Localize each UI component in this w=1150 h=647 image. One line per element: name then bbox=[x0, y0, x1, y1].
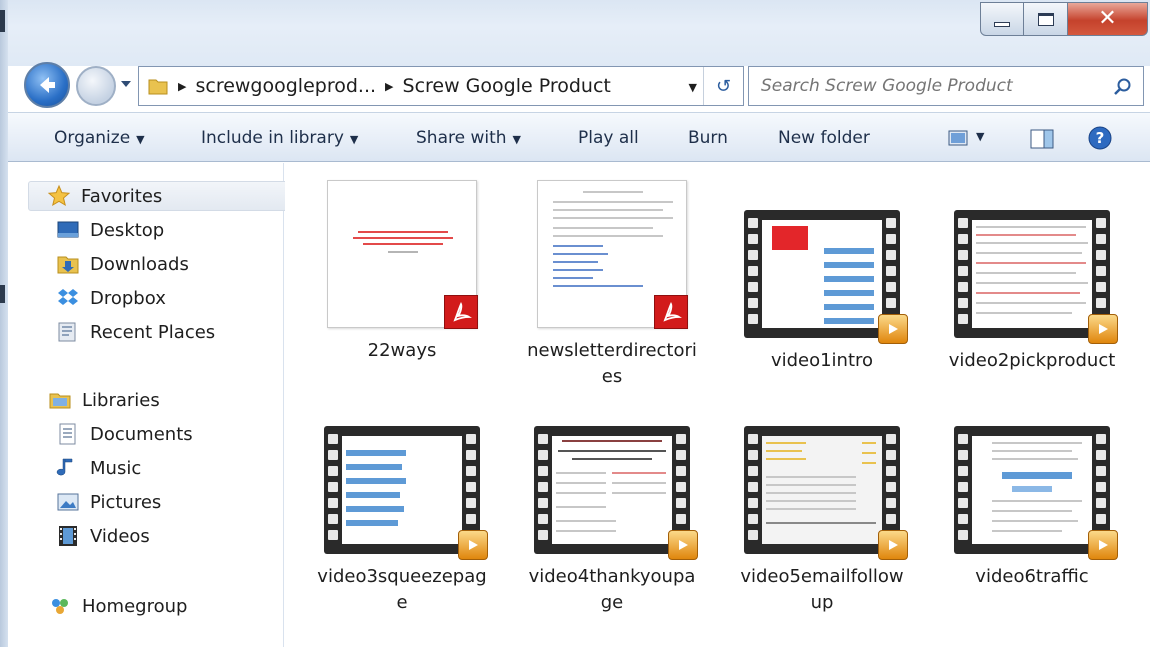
file-name: video2pickproduct bbox=[948, 350, 1116, 371]
new-folder-button[interactable]: New folder bbox=[778, 128, 870, 148]
breadcrumb-separator-icon[interactable]: ▶ bbox=[178, 80, 186, 93]
svg-text:?: ? bbox=[1096, 129, 1105, 147]
nav-favorites[interactable]: Favorites bbox=[28, 181, 288, 211]
file-list: 22ways newsletterdirectories video1intro… bbox=[285, 163, 1150, 647]
refresh-button[interactable]: ↺ bbox=[703, 67, 743, 105]
pdf-thumbnail bbox=[537, 180, 688, 329]
maximize-button[interactable] bbox=[1024, 2, 1068, 36]
file-name: video6traffic bbox=[975, 566, 1089, 587]
file-item[interactable]: video5emailfollowup bbox=[727, 426, 917, 616]
refresh-icon: ↺ bbox=[715, 75, 732, 97]
play-icon bbox=[878, 314, 908, 344]
address-bar[interactable]: ▶ screwgoogleprod... ▶ Screw Google Prod… bbox=[138, 66, 744, 106]
star-icon bbox=[47, 184, 71, 207]
file-item[interactable]: video2pickproduct bbox=[937, 210, 1127, 374]
pictures-icon bbox=[57, 493, 79, 511]
file-name: video4thankyoupage bbox=[528, 566, 696, 613]
play-icon bbox=[1088, 530, 1118, 560]
nav-dropbox[interactable]: Dropbox bbox=[56, 283, 166, 313]
window-left-edge bbox=[0, 0, 8, 647]
address-history-chevron-icon[interactable]: ▼ bbox=[689, 81, 697, 94]
close-button[interactable]: ✕ bbox=[1068, 2, 1148, 36]
nav-documents[interactable]: Documents bbox=[56, 419, 193, 449]
breadcrumb-separator-icon[interactable]: ▶ bbox=[385, 80, 393, 93]
nav-pictures[interactable]: Pictures bbox=[56, 487, 161, 517]
chevron-down-icon: ▼ bbox=[512, 133, 521, 146]
burn-button[interactable]: Burn bbox=[688, 128, 728, 148]
file-item[interactable]: video1intro bbox=[727, 210, 917, 374]
breadcrumb-parent[interactable]: screwgoogleprod... bbox=[195, 75, 376, 97]
file-item[interactable]: newsletterdirectories bbox=[517, 180, 707, 390]
include-in-library-menu[interactable]: Include in library ▼ bbox=[201, 128, 358, 148]
organize-menu[interactable]: Organize ▼ bbox=[54, 128, 145, 148]
command-bar: Organize ▼ Include in library ▼ Share with… bbox=[8, 112, 1150, 162]
play-icon bbox=[458, 530, 488, 560]
downloads-folder-icon bbox=[57, 256, 79, 274]
play-all-button[interactable]: Play all bbox=[578, 128, 639, 148]
back-button[interactable] bbox=[24, 62, 70, 108]
share-with-menu[interactable]: Share with ▼ bbox=[416, 128, 521, 148]
nav-recent-places[interactable]: Recent Places bbox=[56, 317, 215, 347]
file-item[interactable]: video3squeezepage bbox=[307, 426, 497, 616]
view-options-chevron-icon[interactable]: ▼ bbox=[976, 130, 984, 143]
navigation-pane: Favorites Desktop Downloads Dropbox Rece… bbox=[8, 163, 288, 647]
video-thumbnail bbox=[954, 426, 1118, 560]
search-input[interactable] bbox=[761, 76, 1101, 96]
chevron-down-icon: ▼ bbox=[136, 133, 145, 146]
nav-desktop[interactable]: Desktop bbox=[56, 215, 164, 245]
search-box bbox=[748, 66, 1144, 106]
file-name: 22ways bbox=[367, 340, 437, 361]
file-item[interactable]: video4thankyoupage bbox=[517, 426, 707, 616]
file-name: video1intro bbox=[770, 350, 874, 371]
close-icon: ✕ bbox=[1098, 6, 1117, 31]
breadcrumb-current[interactable]: Screw Google Product bbox=[403, 75, 611, 97]
homegroup-icon bbox=[52, 599, 68, 614]
change-view-icon[interactable] bbox=[948, 129, 968, 147]
folder-icon bbox=[148, 79, 168, 95]
desktop-icon bbox=[57, 221, 79, 238]
minimize-icon bbox=[994, 21, 1010, 27]
maximize-icon bbox=[1037, 12, 1054, 26]
file-name: video5emailfollowup bbox=[740, 566, 904, 613]
arrow-left-icon bbox=[40, 77, 55, 93]
pdf-icon bbox=[654, 295, 688, 329]
file-item[interactable]: video6traffic bbox=[937, 426, 1127, 590]
pdf-icon bbox=[444, 295, 478, 329]
forward-button[interactable] bbox=[76, 66, 116, 106]
play-icon bbox=[668, 530, 698, 560]
libraries-icon bbox=[49, 393, 71, 409]
minimize-button[interactable] bbox=[980, 2, 1024, 36]
music-note-icon bbox=[56, 458, 73, 476]
video-thumbnail bbox=[744, 210, 908, 344]
caption-buttons: ✕ bbox=[980, 2, 1148, 36]
help-icon[interactable]: ? bbox=[1088, 126, 1112, 150]
video-thumbnail bbox=[954, 210, 1118, 344]
nav-homegroup[interactable]: Homegroup bbox=[48, 591, 187, 621]
chevron-down-icon: ▼ bbox=[349, 133, 359, 146]
play-icon bbox=[878, 530, 908, 560]
video-thumbnail bbox=[324, 426, 488, 560]
title-bar bbox=[8, 0, 1150, 66]
file-name: newsletterdirectories bbox=[527, 340, 697, 387]
video-thumbnail bbox=[534, 426, 698, 560]
explorer-window: ✕ ▶ screwgoogleprod... ▶ Screw Google Pr… bbox=[0, 0, 1150, 647]
pdf-thumbnail bbox=[327, 180, 478, 329]
videos-film-icon bbox=[59, 526, 77, 546]
file-item[interactable]: 22ways bbox=[307, 180, 497, 364]
search-icon[interactable] bbox=[1113, 77, 1133, 97]
nav-downloads[interactable]: Downloads bbox=[56, 249, 189, 279]
recent-places-icon bbox=[58, 322, 76, 342]
play-icon bbox=[1088, 314, 1118, 344]
video-thumbnail bbox=[744, 426, 908, 560]
documents-icon bbox=[59, 423, 76, 445]
dropbox-icon bbox=[58, 289, 78, 305]
nav-music[interactable]: Music bbox=[56, 453, 141, 483]
recent-pages-chevron-icon[interactable] bbox=[120, 78, 132, 90]
preview-pane-icon[interactable] bbox=[1030, 129, 1054, 149]
nav-videos[interactable]: Videos bbox=[56, 521, 150, 551]
file-name: video3squeezepage bbox=[317, 566, 487, 613]
nav-libraries[interactable]: Libraries bbox=[48, 385, 160, 415]
